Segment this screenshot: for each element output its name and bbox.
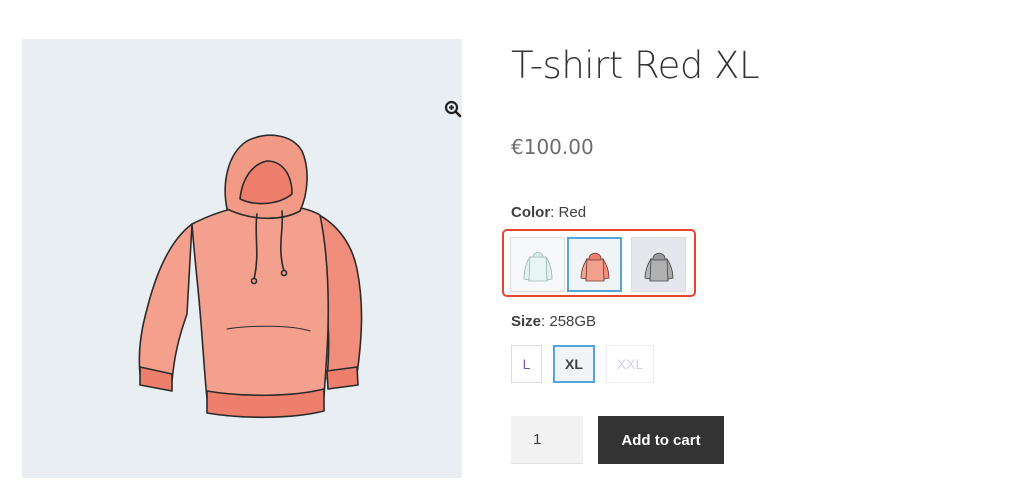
light-blue-hoodie-thumbnail <box>523 251 552 281</box>
size-option-l[interactable]: L <box>511 345 542 383</box>
zoom-in-icon <box>444 100 462 118</box>
product-gallery <box>22 39 462 478</box>
product-image-hoodie[interactable] <box>132 129 372 429</box>
grey-hoodie-thumbnail <box>644 252 673 281</box>
color-label-name: Color <box>511 204 551 221</box>
color-attribute-label: Color: Red <box>511 204 587 221</box>
add-to-cart-button[interactable]: Add to cart <box>598 416 724 464</box>
size-attribute-label: Size: 258GB <box>511 313 597 330</box>
red-hoodie-thumbnail <box>580 252 609 281</box>
zoom-button[interactable] <box>440 96 466 122</box>
color-selected-value: Red <box>558 204 587 221</box>
size-selected-value: 258GB <box>549 313 597 330</box>
swatch-grey[interactable] <box>631 237 686 292</box>
product-title: T-shirt Red XL <box>511 44 760 87</box>
swatch-light-blue[interactable] <box>510 237 565 292</box>
swatch-red[interactable] <box>567 237 622 292</box>
quantity-input[interactable] <box>511 416 583 464</box>
color-swatch-group <box>502 229 696 297</box>
size-option-xl[interactable]: XL <box>553 345 595 383</box>
size-label-name: Size <box>511 313 542 330</box>
product-summary: T-shirt Red XL €100.00 Color: Red Size: … <box>502 0 1011 498</box>
size-option-xxl[interactable]: XXL <box>606 345 654 383</box>
product-price: €100.00 <box>511 135 594 159</box>
